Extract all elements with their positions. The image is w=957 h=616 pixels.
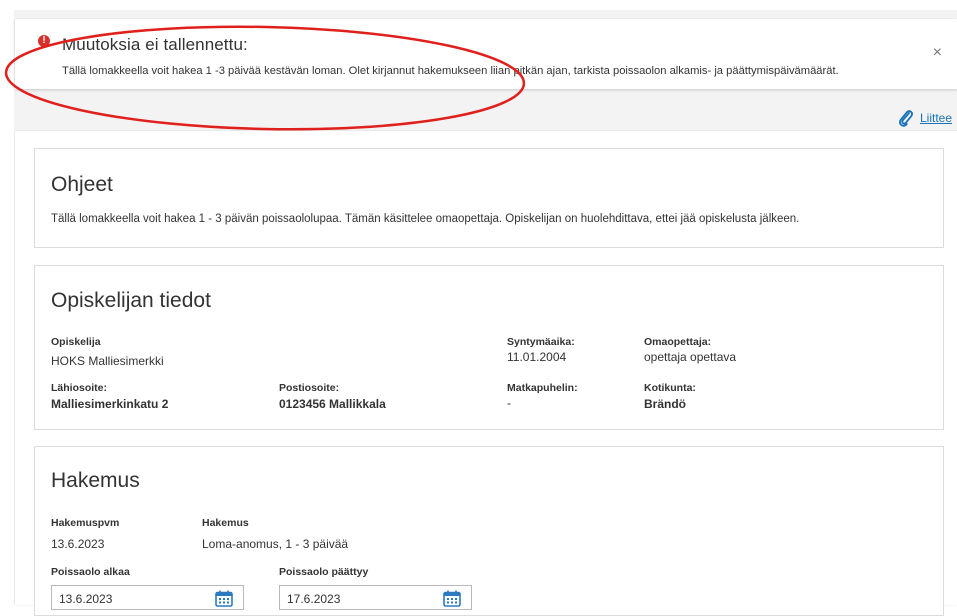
calendar-icon[interactable] [215,590,233,607]
instructions-title: Ohjeet [51,173,113,196]
top-strip [0,0,957,10]
attachments-label[interactable]: Liittee [920,111,952,125]
application-type-label: Hakemus [202,517,249,529]
student-info-title: Opiskelijan tiedot [51,289,211,312]
absence-start-label: Poissaolo alkaa [51,566,130,578]
postal-value: 0123456 Mallikkala [279,397,386,411]
teacher-label: Omaopettaja: [644,336,712,348]
close-icon[interactable]: × [933,45,942,61]
absence-start-value: 13.6.2023 [59,592,113,606]
alert-message: Tällä lomakkeella voit hakea 1 -3 päivää… [62,65,839,77]
application-date-label: Hakemuspvm [51,517,120,529]
application-type-value: Loma-anomus, 1 - 3 päivää [202,537,349,551]
paperclip-icon [899,110,913,127]
teacher-value: opettaja opettava [644,350,737,364]
birth-date-label: Syntymäaika: [507,336,575,348]
instructions-card: Ohjeet Tällä lomakkeella voit hakea 1 - … [34,148,944,248]
municipality-value: Brändö [644,397,686,411]
application-title: Hakemus [51,469,140,492]
calendar-icon[interactable] [443,590,461,607]
absence-end-label: Poissaolo päättyy [279,566,369,578]
attachments-link[interactable]: Liittee [898,108,952,128]
municipality-label: Kotikunta: [644,382,696,394]
absence-end-value: 17.6.2023 [287,592,341,606]
student-value: HOKS Malliesimerkki [51,354,164,368]
error-alert: ! Muutoksia ei tallennettu: Tällä lomakk… [15,19,957,89]
phone-label: Matkapuhelin: [507,382,578,394]
left-strip [0,0,14,605]
phone-value: - [507,396,511,410]
instructions-text: Tällä lomakkeella voit hakea 1 - 3 päivä… [51,213,800,225]
address-value: Malliesimerkinkatu 2 [51,397,169,411]
alert-title: Muutoksia ei tallennettu: [62,35,248,54]
application-card: Hakemus Hakemuspvm 13.6.2023 Hakemus Lom… [34,446,944,616]
address-label: Lähiosoite: [51,382,108,394]
birth-date-value: 11.01.2004 [507,350,567,364]
absence-end-input[interactable]: 17.6.2023 [279,585,472,610]
postal-label: Postiosoite: [279,382,340,394]
absence-start-input[interactable]: 13.6.2023 [51,585,244,610]
student-info-card: Opiskelijan tiedot Opiskelija HOKS Malli… [34,265,944,430]
error-icon: ! [38,35,50,47]
student-label: Opiskelija [51,336,101,348]
application-date-value: 13.6.2023 [51,537,105,551]
main-panel: Ohjeet Tällä lomakkeella voit hakea 1 - … [15,131,957,616]
